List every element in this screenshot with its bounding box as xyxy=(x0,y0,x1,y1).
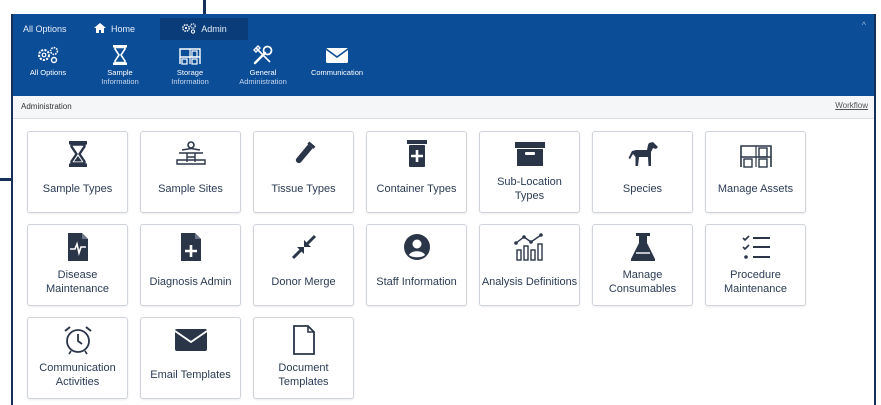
ribbon-button-sublabel: Information xyxy=(101,77,139,86)
hourglass-icon xyxy=(111,44,129,66)
breadcrumb: Administration xyxy=(21,102,72,111)
workflow-link[interactable]: Workflow xyxy=(835,101,868,110)
gears-icon xyxy=(36,44,60,66)
tile-label: Sample Types xyxy=(42,183,113,195)
workflow-label: Workflow xyxy=(835,101,868,110)
tile-communication-activities[interactable]: Communication Activities xyxy=(27,317,128,399)
home-icon xyxy=(93,22,111,36)
tile-email-templates[interactable]: Email Templates xyxy=(140,317,241,399)
tile-label: Email Templates xyxy=(150,369,231,381)
tile-document-templates[interactable]: Document Templates xyxy=(253,317,354,399)
file-plus-icon xyxy=(141,227,240,267)
tile-procedure-maintenance[interactable]: Procedure Maintenance xyxy=(705,224,806,306)
callout-pointer-vertical xyxy=(203,0,206,14)
tile-label: Sample Sites xyxy=(158,183,223,195)
shelves-icon xyxy=(706,134,805,174)
tab-all-options[interactable]: All Options xyxy=(23,18,67,40)
analytics-icon xyxy=(480,227,579,267)
tile-label: Manage Consumables xyxy=(608,269,677,295)
tile-label: Container Types xyxy=(376,183,457,195)
application-window: All Options Home Admin ^ All Options Sam… xyxy=(11,14,876,405)
horse-icon xyxy=(593,134,692,174)
tab-label: Admin xyxy=(201,24,227,34)
ribbon-button-communication[interactable]: Communication xyxy=(305,44,369,92)
tools-icon xyxy=(252,44,274,66)
tile-label: Species xyxy=(622,183,663,195)
tab-home[interactable]: Home xyxy=(93,18,135,40)
medical-container-icon xyxy=(367,134,466,174)
envelope-icon xyxy=(325,44,349,66)
ribbon-tab-bar: All Options Home Admin ^ xyxy=(13,14,874,40)
tile-label: Disease Maintenance xyxy=(46,269,109,295)
hourglass-icon xyxy=(28,134,127,174)
tab-label: Home xyxy=(111,24,136,34)
ribbon-button-sublabel: Information xyxy=(171,77,209,86)
tile-diagnosis-admin[interactable]: Diagnosis Admin xyxy=(140,224,241,306)
tile-species[interactable]: Species xyxy=(592,131,693,213)
ribbon-button-label: All Options xyxy=(29,68,67,77)
tab-admin[interactable]: Admin xyxy=(160,18,248,40)
test-tube-icon xyxy=(254,134,353,174)
ribbon: All Options Home Admin ^ All Options Sam… xyxy=(13,14,874,96)
document-icon xyxy=(254,320,353,360)
tile-label: Tissue Types xyxy=(271,183,336,195)
ribbon-button-sublabel: Administration xyxy=(239,77,287,86)
archive-box-icon xyxy=(480,134,579,174)
tile-label: Analysis Definitions xyxy=(481,276,578,288)
shelves-icon xyxy=(178,44,202,66)
tile-label: Document Templates xyxy=(278,362,329,388)
medical-file-icon xyxy=(28,227,127,267)
tile-label: Manage Assets xyxy=(717,183,794,195)
tile-manage-assets[interactable]: Manage Assets xyxy=(705,131,806,213)
tile-tissue-types[interactable]: Tissue Types xyxy=(253,131,354,213)
ribbon-button-label: General xyxy=(249,68,277,77)
ribbon-button-general-administration[interactable]: General Administration xyxy=(231,44,295,92)
tile-manage-consumables[interactable]: Manage Consumables xyxy=(592,224,693,306)
tile-staff-information[interactable]: Staff Information xyxy=(366,224,467,306)
tile-label: Donor Merge xyxy=(271,276,336,288)
tile-analysis-definitions[interactable]: Analysis Definitions xyxy=(479,224,580,306)
ribbon-button-label: Sample xyxy=(107,68,133,77)
tile-sub-location-types[interactable]: Sub-Location Types xyxy=(479,131,580,213)
tile-sample-sites[interactable]: Sample Sites xyxy=(140,131,241,213)
alarm-clock-icon xyxy=(28,320,127,360)
envelope-icon xyxy=(141,320,240,360)
body-site-icon xyxy=(141,134,240,174)
ribbon-button-sample-information[interactable]: Sample Information xyxy=(93,44,147,92)
tile-container-types[interactable]: Container Types xyxy=(366,131,467,213)
collapse-ribbon-button[interactable]: ^ xyxy=(862,20,866,30)
flask-icon xyxy=(593,227,692,267)
gears-icon xyxy=(181,22,201,36)
tile-label: Diagnosis Admin xyxy=(149,276,232,288)
tile-label: Sub-Location Types xyxy=(497,176,562,202)
tile-label: Communication Activities xyxy=(39,362,116,388)
ribbon-button-label: Communication xyxy=(310,68,364,77)
top-margin xyxy=(0,0,881,14)
ribbon-button-label: Storage xyxy=(176,68,204,77)
tile-sample-types[interactable]: Sample Types xyxy=(27,131,128,213)
checklist-icon xyxy=(706,227,805,267)
user-circle-icon xyxy=(367,227,466,267)
tile-donor-merge[interactable]: Donor Merge xyxy=(253,224,354,306)
ribbon-button-all-options[interactable]: All Options xyxy=(23,44,73,92)
compress-arrows-icon xyxy=(254,227,353,267)
tile-label: Staff Information xyxy=(376,276,457,288)
ribbon-button-storage-information[interactable]: Storage Information xyxy=(163,44,217,92)
tile-disease-maintenance[interactable]: Disease Maintenance xyxy=(27,224,128,306)
tile-label: Procedure Maintenance xyxy=(724,269,787,295)
breadcrumb-bar: Administration Workflow xyxy=(13,96,874,119)
tab-label: All Options xyxy=(23,24,67,34)
